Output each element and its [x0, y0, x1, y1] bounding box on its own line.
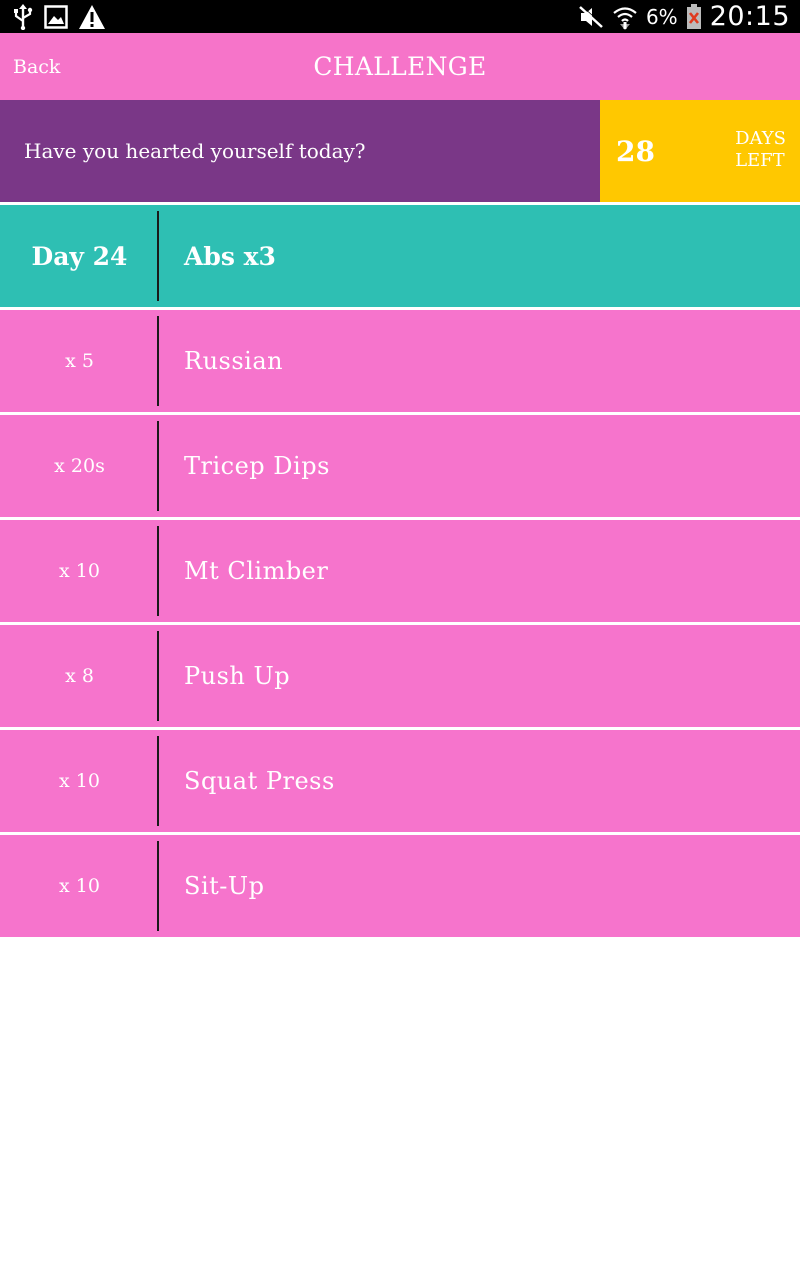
prompt-banner: Have you hearted yourself today? 28 DAYS…	[0, 100, 800, 202]
warning-icon	[78, 4, 106, 30]
exercise-name: Squat Press	[184, 767, 335, 795]
exercise-row[interactable]: x 8 Push Up	[0, 622, 800, 727]
back-button[interactable]: Back	[13, 33, 60, 100]
days-left-panel: 28 DAYS LEFT	[600, 100, 800, 202]
exercise-row[interactable]: x 10 Sit-Up	[0, 832, 800, 937]
exercise-reps: x 20s	[0, 415, 159, 517]
days-left-label: DAYS LEFT	[735, 128, 786, 172]
exercise-row[interactable]: x 10 Squat Press	[0, 727, 800, 832]
app-header: CHALLENGE Back	[0, 33, 800, 100]
page-title: CHALLENGE	[313, 52, 487, 81]
exercise-row[interactable]: x 10 Mt Climber	[0, 517, 800, 622]
days-label-line1: DAYS	[735, 128, 786, 149]
status-bar: 6% 20:15	[0, 0, 800, 33]
workout-list: Day 24 Abs x3 x 5 Russian x 20s Tricep D…	[0, 202, 800, 937]
status-bar-right: 6% 20:15	[570, 1, 790, 32]
exercise-reps: x 10	[0, 520, 159, 622]
exercise-reps: x 5	[0, 310, 159, 412]
exercise-name: Mt Climber	[184, 557, 329, 585]
exercise-name: Russian	[184, 347, 284, 375]
mute-icon	[578, 4, 604, 29]
status-bar-left	[12, 3, 116, 30]
exercise-name: Sit-Up	[184, 872, 265, 900]
heart-prompt[interactable]: Have you hearted yourself today?	[0, 100, 600, 202]
exercise-reps: x 10	[0, 835, 159, 937]
day-label: Day 24	[0, 205, 159, 307]
exercise-reps: x 10	[0, 730, 159, 832]
exercise-name: Push Up	[184, 662, 291, 690]
days-label-line2: LEFT	[735, 150, 785, 171]
battery-percent: 6%	[645, 4, 678, 29]
exercise-reps: x 8	[0, 625, 159, 727]
image-icon	[44, 4, 68, 29]
days-left-count: 28	[616, 134, 655, 168]
wifi-icon	[612, 4, 638, 30]
clock: 20:15	[709, 1, 790, 32]
exercise-name: Tricep Dips	[184, 452, 330, 480]
battery-icon	[686, 3, 702, 30]
exercise-row[interactable]: x 5 Russian	[0, 307, 800, 412]
workout-title: Abs x3	[184, 241, 276, 271]
usb-icon	[12, 3, 34, 30]
exercise-row[interactable]: x 20s Tricep Dips	[0, 412, 800, 517]
day-header-row: Day 24 Abs x3	[0, 202, 800, 307]
app-screen: 6% 20:15 CHALLENGE Back Have you hearted…	[0, 0, 800, 1280]
